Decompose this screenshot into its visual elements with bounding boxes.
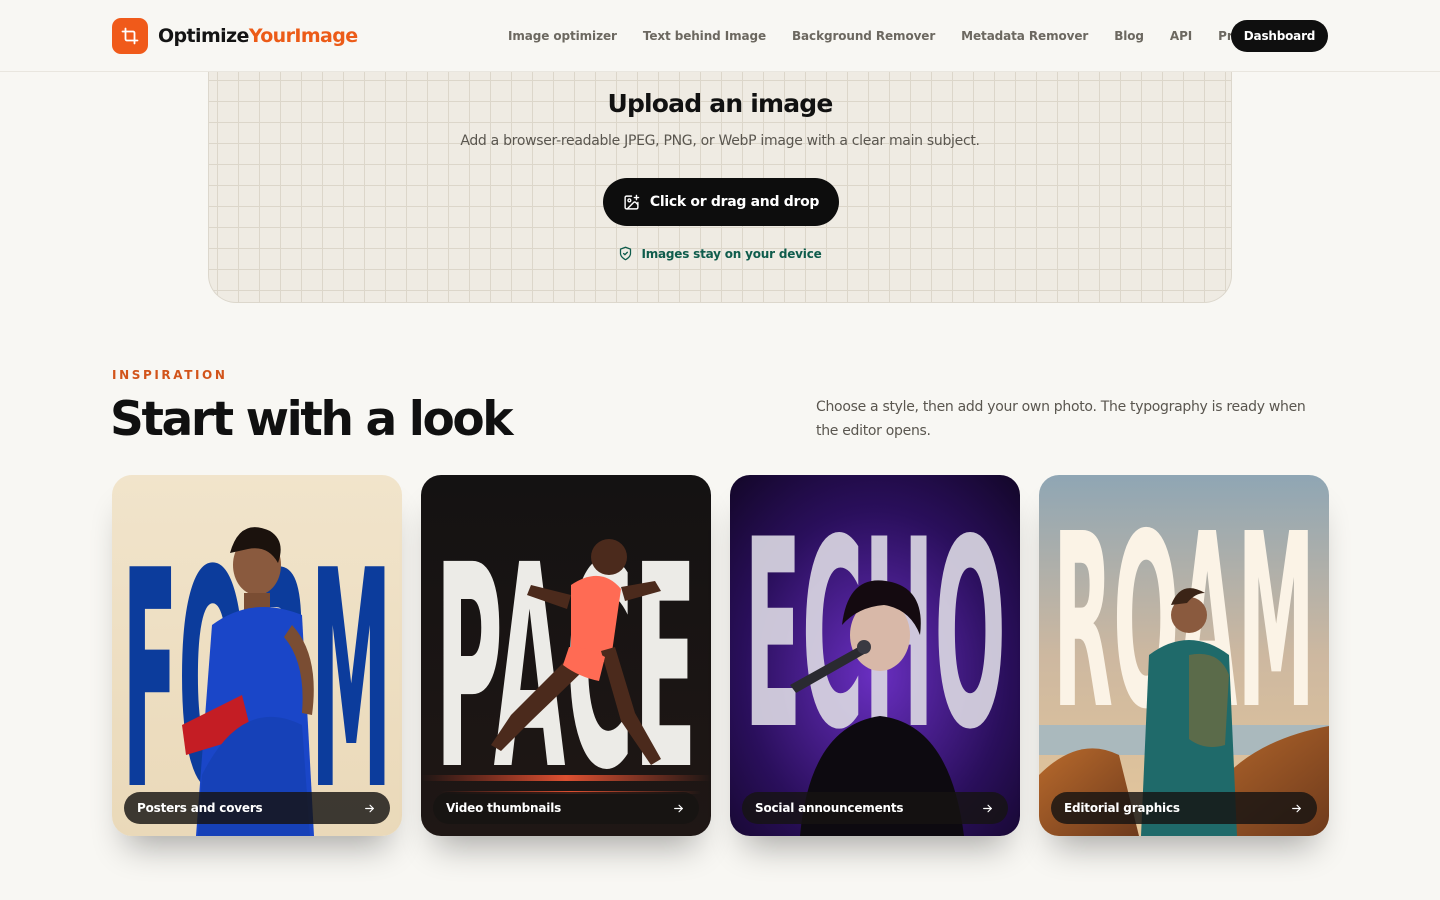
nav-blog[interactable]: Blog [1114,29,1144,43]
upload-subtitle: Add a browser-readable JPEG, PNG, or Web… [460,133,980,149]
privacy-note: Images stay on your device [209,246,1231,261]
card-art-echo: ECHO [730,475,1020,836]
section-eyebrow: INSPIRATION [112,368,228,382]
card-label-pill: Posters and covers [124,792,390,824]
section-description: Choose a style, then add your own photo.… [816,399,1306,439]
arrow-right-icon [365,804,374,812]
nav-text-behind-image[interactable]: Text behind Image [643,29,766,43]
card-art-pace: PACE [421,475,711,836]
card-label-pill: Video thumbnails [433,792,699,824]
arrow-right-icon [983,804,992,812]
upload-dropzone[interactable]: Upload an image Add a browser-readable J… [208,72,1232,303]
brand-logo[interactable]: OptimizeYourImage [112,18,358,54]
style-card-social[interactable]: ECHO Social announcements [730,475,1020,836]
privacy-note-text: Images stay on your device [641,246,822,261]
style-card-thumbnails[interactable]: PACE Video thumbnails [421,475,711,836]
dashboard-button[interactable]: Dashboard [1231,20,1328,52]
arrow-right-icon [1292,804,1301,812]
card-label: Social announcements [755,801,904,815]
card-art-roam: ROAM [1039,475,1329,836]
style-card-posters[interactable]: FORM Posters and covers [112,475,402,836]
shield-check-icon [618,246,633,261]
card-label-pill: Editorial graphics [1051,792,1317,824]
nav-api[interactable]: API [1170,29,1192,43]
card-label-pill: Social announcements [742,792,1008,824]
upload-title: Upload an image [607,89,833,118]
upload-button-label: Click or drag and drop [649,194,820,210]
card-label: Posters and covers [137,801,263,815]
site-header: OptimizeYourImage Image optimizer Text b… [0,0,1440,72]
nav-metadata-remover[interactable]: Metadata Remover [961,29,1088,43]
upload-button[interactable]: Click or drag and drop [603,178,839,226]
section-title: Start with a look [110,392,513,447]
crop-icon [112,18,148,54]
card-art-form: FORM [112,475,402,836]
brand-name: OptimizeYourImage [158,25,358,47]
style-card-editorial[interactable]: ROAM Editorial graphics [1039,475,1329,836]
card-label: Editorial graphics [1064,801,1180,815]
arrow-right-icon [674,804,683,812]
nav-image-optimizer[interactable]: Image optimizer [508,29,617,43]
nav-background-remover[interactable]: Background Remover [792,29,935,43]
image-plus-icon [623,194,640,211]
main-nav: Image optimizer Text behind Image Backgr… [496,20,1291,52]
card-label: Video thumbnails [446,801,562,815]
